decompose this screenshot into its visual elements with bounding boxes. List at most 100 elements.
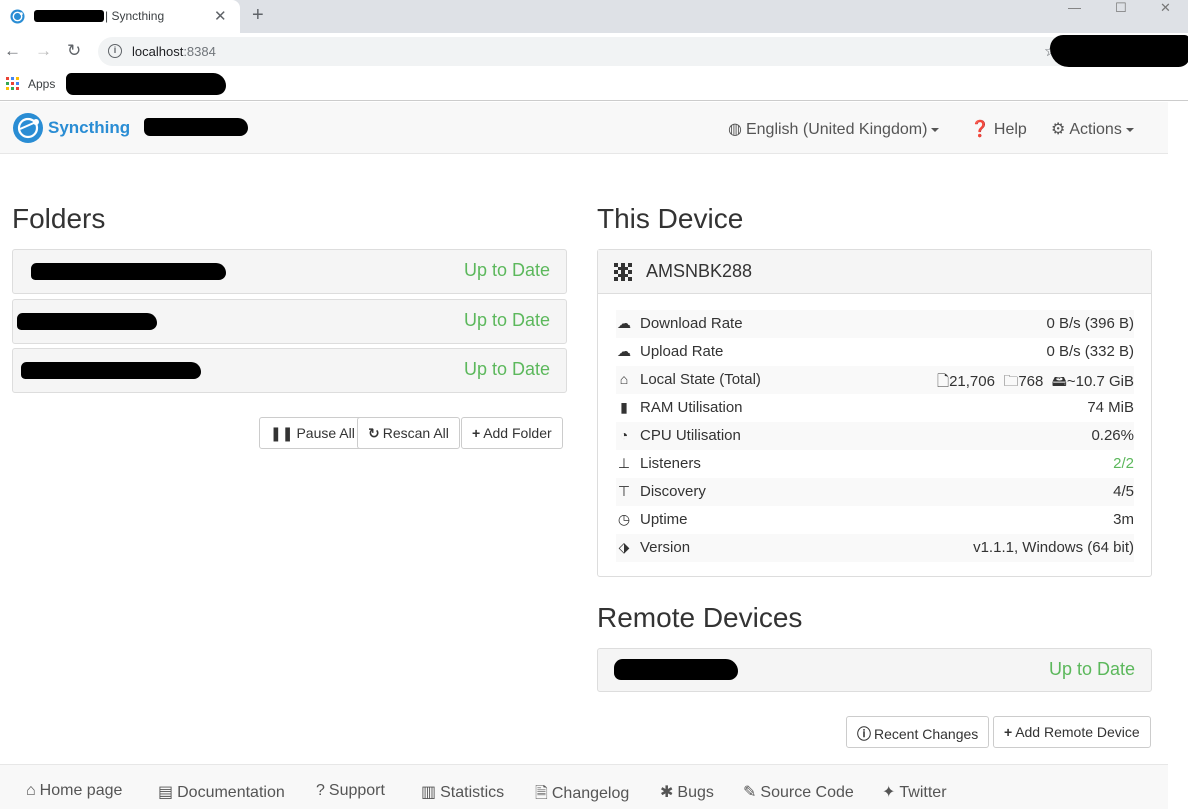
refresh-icon: ↻ <box>368 425 380 441</box>
stat-row-discovery: ⊤ Discovery 4/5 <box>616 478 1134 506</box>
folder-status: Up to Date <box>463 260 550 280</box>
device-name: AMSNBK288 <box>646 261 753 281</box>
add-folder-button[interactable]: + Add Folder <box>461 417 563 449</box>
footer-statistics-link[interactable]: ▥ Statistics <box>421 782 504 802</box>
reload-icon[interactable]: ↻ <box>67 41 81 61</box>
redacted-text <box>66 73 226 95</box>
footer-nav: ⌂ Home page ▤ Documentation ? Support ▥ Stat… <box>0 764 1168 809</box>
browser-toolbar: ← → ↻ i localhost:8384 ☆ <box>0 33 1188 69</box>
address-bar[interactable]: i localhost:8384 ☆ <box>98 35 1188 67</box>
tab-strip: | Syncthing ✕ + — ☐ ✕ <box>0 0 1188 33</box>
redacted-text <box>21 362 201 379</box>
stat-row-ram: ▮ RAM Utilisation 74 MiB <box>616 394 1134 422</box>
signpost-icon: ⊤ <box>617 483 631 499</box>
question-circle-icon: ? <box>316 782 325 799</box>
sitemap-icon: ⊥ <box>617 455 631 471</box>
tag-icon: ⬗ <box>618 539 630 555</box>
stat-row-cpu: ◔ CPU Utilisation 0.26% <box>616 422 1134 450</box>
redacted-text <box>34 10 104 22</box>
tab-title: | Syncthing <box>105 9 165 23</box>
pause-all-button[interactable]: ❚❚ Pause All <box>259 417 366 449</box>
maximize-icon[interactable]: ☐ <box>1115 0 1127 16</box>
browser-tab[interactable]: | Syncthing ✕ <box>0 0 240 33</box>
info-circle-icon: ⓘ <box>857 726 871 742</box>
language-menu[interactable]: ◍ English (United Kingdom) <box>728 119 940 139</box>
footer-bugs-link[interactable]: ✱ Bugs <box>660 782 714 802</box>
this-device-panel: AMSNBK288 ☁ Download Rate 0 B/s (396 B) … <box>597 249 1152 577</box>
footer-home-link[interactable]: ⌂ Home page <box>26 782 122 800</box>
add-remote-device-button[interactable]: + Add Remote Device <box>993 716 1151 748</box>
file-icon: 🗋 <box>937 373 950 390</box>
book-icon: ▤ <box>158 784 174 801</box>
recent-changes-button[interactable]: ⓘ Recent Changes <box>846 716 990 748</box>
redacted-text <box>614 659 738 680</box>
browser-chrome: | Syncthing ✕ + — ☐ ✕ ← → ↻ i localhost:… <box>0 0 1188 102</box>
stat-row-upload: ☁ Upload Rate 0 B/s (332 B) <box>617 343 1134 360</box>
stat-row-version: ⬗ Version v1.1.1, Windows (64 bit) <box>616 534 1134 562</box>
device-header[interactable]: AMSNBK288 <box>598 250 1151 294</box>
folder-icon: 🗀 <box>1003 373 1019 390</box>
window-close-icon[interactable]: ✕ <box>1160 0 1171 16</box>
home-icon: ⌂ <box>619 371 629 387</box>
back-icon[interactable]: ← <box>4 41 21 61</box>
folder-panel[interactable]: Up to Date <box>12 299 567 344</box>
hdd-icon: 🖴 <box>1051 373 1067 390</box>
help-link[interactable]: ❓ Help <box>970 119 1027 139</box>
file-text-icon: 🗎 <box>535 785 548 802</box>
footer-changelog-link[interactable]: 🗎 Changelog <box>535 782 629 809</box>
caret-down-icon <box>1125 127 1134 132</box>
stat-row-uptime: ◷ Uptime 3m <box>617 511 1134 528</box>
home-icon: ⌂ <box>26 782 36 799</box>
apps-grid-icon[interactable] <box>6 77 19 90</box>
folders-heading: Folders <box>12 203 106 234</box>
redacted-text <box>31 263 226 280</box>
folder-panel[interactable]: Up to Date <box>12 249 567 294</box>
globe-icon: ◍ <box>728 121 742 138</box>
cloud-upload-icon: ☁ <box>617 343 631 359</box>
footer-docs-link[interactable]: ▤ Documentation <box>158 782 285 802</box>
rescan-all-button[interactable]: ↻ Rescan All <box>357 417 460 449</box>
footer-twitter-link[interactable]: ✦ Twitter <box>882 782 947 802</box>
tab-close-icon[interactable]: ✕ <box>214 7 227 25</box>
plus-icon: + <box>1004 724 1013 740</box>
clock-icon: ◷ <box>617 511 631 527</box>
dashboard-icon: ◔ <box>619 427 629 443</box>
stat-row-listeners: ⊥ Listeners 2/2 <box>617 455 1134 472</box>
remote-device-panel[interactable]: Up to Date <box>597 648 1152 692</box>
memory-chip-icon: ▮ <box>620 399 628 415</box>
app-navbar: Syncthing ◍ English (United Kingdom) ❓ Hel… <box>0 102 1168 154</box>
footer-support-link[interactable]: ? Support <box>316 782 385 800</box>
bookmarks-bar: Apps <box>0 69 1188 101</box>
remote-device-status: Up to Date <box>1048 659 1135 679</box>
bar-chart-icon: ▥ <box>421 784 437 801</box>
folder-status: Up to Date <box>463 359 550 379</box>
bug-icon: ✱ <box>660 784 674 801</box>
folder-status: Up to Date <box>463 310 550 330</box>
syncthing-logo-icon[interactable] <box>12 112 44 144</box>
question-circle-icon: ❓ <box>970 121 990 138</box>
plus-icon: + <box>472 425 481 441</box>
device-identicon-icon <box>614 263 632 281</box>
forward-icon[interactable]: → <box>35 41 52 61</box>
gear-icon: ⚙ <box>1051 121 1066 138</box>
stat-row-local-state: ⌂ Local State (Total) 🗋21,706 🗀768 🖴~10.… <box>616 366 1134 394</box>
new-tab-icon[interactable]: + <box>252 4 264 27</box>
caret-down-icon <box>931 127 940 132</box>
pause-icon: ❚❚ <box>270 425 294 441</box>
syncthing-favicon-icon <box>10 9 25 24</box>
apps-bookmark[interactable]: Apps <box>28 77 55 91</box>
redacted-text <box>144 118 248 136</box>
minimize-icon[interactable]: — <box>1068 0 1081 15</box>
site-info-icon[interactable]: i <box>108 44 122 58</box>
redacted-text <box>1050 35 1188 67</box>
remote-devices-heading: Remote Devices <box>597 602 803 633</box>
actions-menu[interactable]: ⚙ Actions <box>1051 119 1134 139</box>
wrench-icon: ✎ <box>743 784 757 801</box>
brand-name[interactable]: Syncthing <box>48 118 130 138</box>
url-text: localhost:8384 <box>132 44 216 59</box>
twitter-icon: ✦ <box>882 784 896 801</box>
folder-panel[interactable]: Up to Date <box>12 348 567 393</box>
cloud-download-icon: ☁ <box>617 315 631 331</box>
stat-row-download: ☁ Download Rate 0 B/s (396 B) <box>616 310 1134 338</box>
footer-source-link[interactable]: ✎ Source Code <box>743 782 854 802</box>
